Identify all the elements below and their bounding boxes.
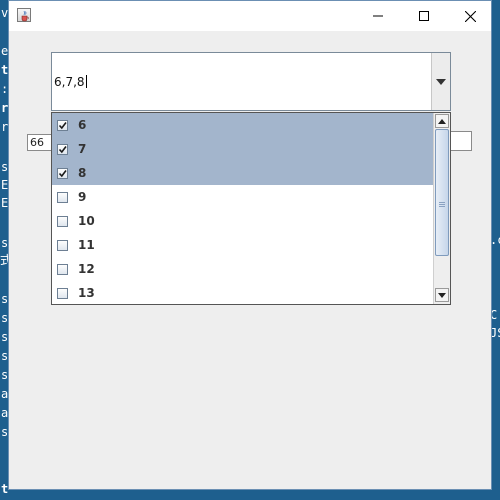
multi-select-combo[interactable]: 6,7,8 xyxy=(51,52,451,111)
list-item[interactable]: 12 xyxy=(52,257,433,281)
list-item-label: 11 xyxy=(78,238,95,252)
minimize-button[interactable] xyxy=(355,1,401,31)
list-item-label: 7 xyxy=(78,142,87,156)
vertical-scrollbar[interactable] xyxy=(433,113,450,304)
thumb-grip xyxy=(439,204,445,205)
list-item-label: 6 xyxy=(78,118,87,132)
list-item-label: 10 xyxy=(78,214,95,228)
minimize-icon xyxy=(373,15,383,17)
scroll-up-button[interactable] xyxy=(435,114,449,128)
maximize-button[interactable] xyxy=(401,1,447,31)
value-field-right[interactable] xyxy=(449,131,472,151)
combo-value-text: 6,7,8 xyxy=(54,75,85,89)
list-item[interactable]: 8 xyxy=(52,161,433,185)
title-bar[interactable] xyxy=(9,1,491,31)
combo-popup-list[interactable]: 6 7 8 9 10 11 12 13 xyxy=(51,112,451,305)
list-item-label: 9 xyxy=(78,190,87,204)
checkbox[interactable] xyxy=(57,167,68,179)
list-item[interactable]: 7 xyxy=(52,137,433,161)
chevron-up-icon xyxy=(438,118,446,124)
thumb-grip xyxy=(439,206,445,207)
checkmark-icon xyxy=(58,169,67,177)
checkbox[interactable] xyxy=(57,263,68,275)
chevron-down-icon xyxy=(438,292,446,298)
list-item-label: 8 xyxy=(78,166,87,180)
list-item[interactable]: 10 xyxy=(52,209,433,233)
list-item[interactable]: 9 xyxy=(52,185,433,209)
list-item[interactable]: 13 xyxy=(52,281,433,305)
checkbox[interactable] xyxy=(57,287,68,299)
app-window: 66 6,7,8 6 7 8 9 10 11 12 13 xyxy=(8,0,492,490)
combo-arrow-button[interactable] xyxy=(431,53,450,110)
list-item-label: 13 xyxy=(78,286,95,300)
close-icon xyxy=(464,10,476,22)
value-field-left-text: 66 xyxy=(30,136,44,149)
checkbox[interactable] xyxy=(57,143,68,155)
checkbox[interactable] xyxy=(57,215,68,227)
checkbox[interactable] xyxy=(57,119,68,131)
checkbox[interactable] xyxy=(57,239,68,251)
thumb-grip xyxy=(439,202,445,203)
text-caret xyxy=(85,75,87,88)
list-item[interactable]: 6 xyxy=(52,113,433,137)
checkmark-icon xyxy=(58,121,67,129)
list-item[interactable]: 11 xyxy=(52,233,433,257)
checkmark-icon xyxy=(58,145,67,153)
checkbox-list: 6 7 8 9 10 11 12 13 xyxy=(52,113,433,305)
list-item-label: 12 xyxy=(78,262,95,276)
chevron-down-icon xyxy=(436,78,446,85)
close-button[interactable] xyxy=(447,1,493,31)
maximize-icon xyxy=(419,11,429,21)
java-cup-icon xyxy=(17,8,31,22)
combo-value[interactable]: 6,7,8 xyxy=(54,75,87,89)
checkbox[interactable] xyxy=(57,191,68,203)
scroll-thumb[interactable] xyxy=(435,129,449,256)
scroll-down-button[interactable] xyxy=(435,288,449,302)
